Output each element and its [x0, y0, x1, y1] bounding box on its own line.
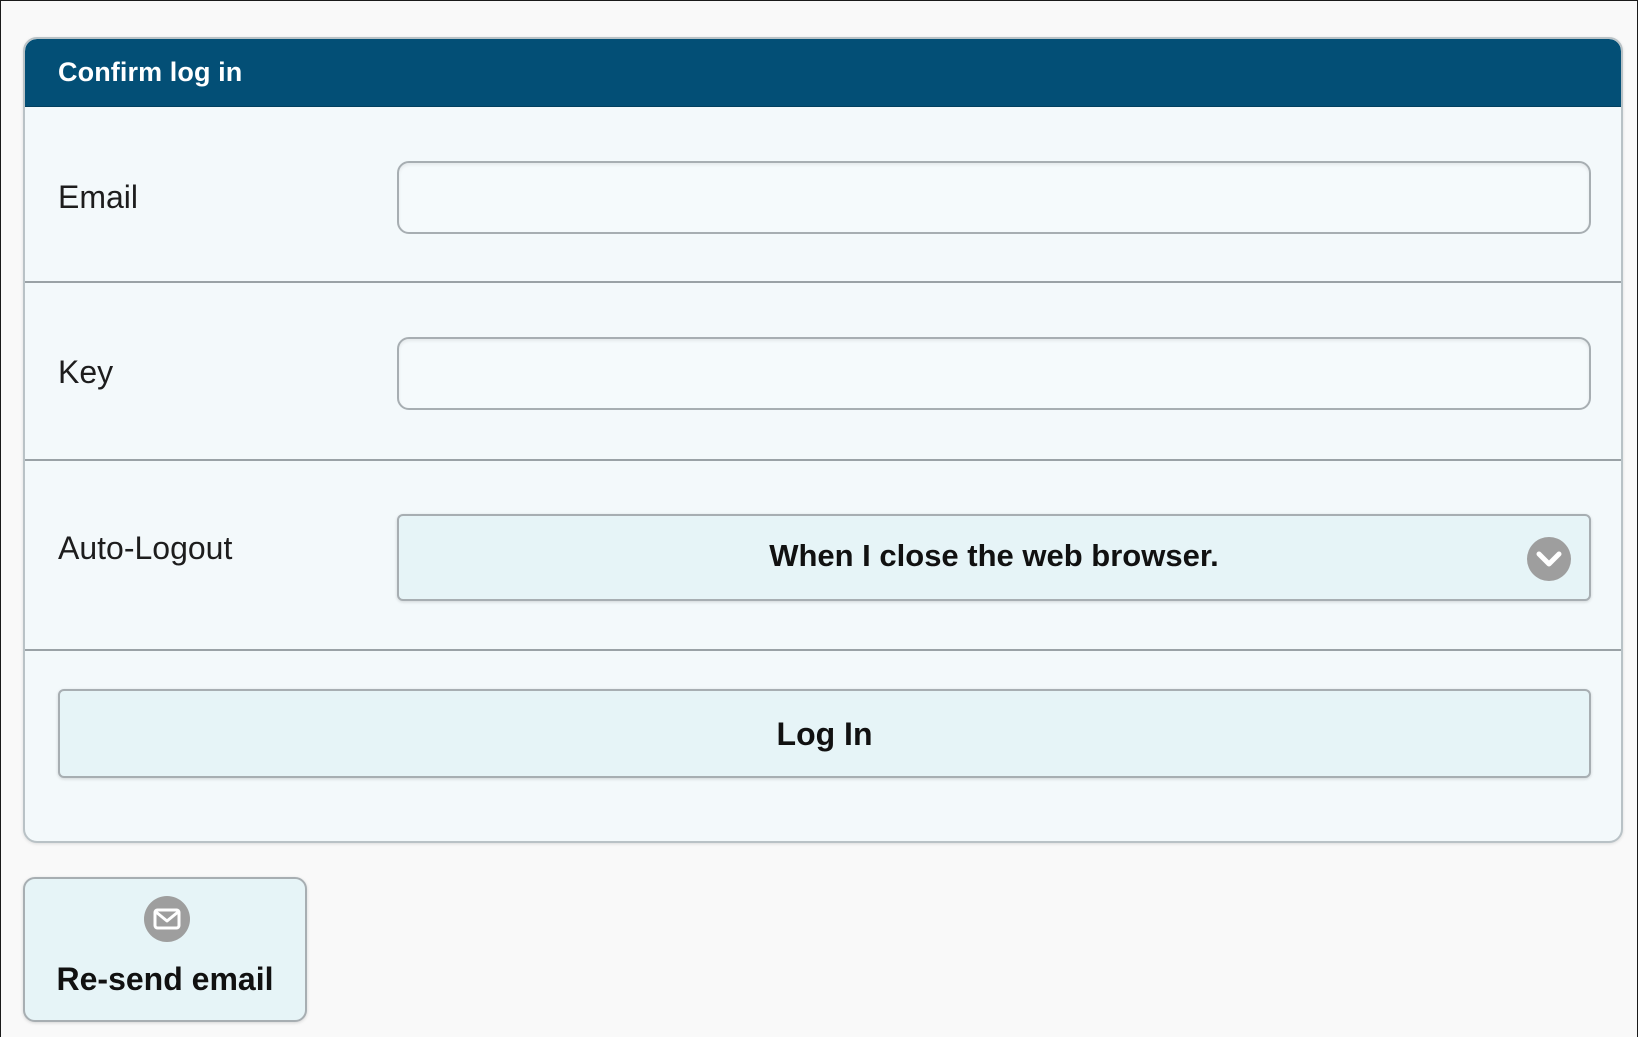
login-row: Log In — [25, 651, 1621, 841]
key-label: Key — [58, 354, 114, 390]
resend-email-button[interactable]: Re-send email — [23, 877, 307, 1022]
login-button[interactable]: Log In — [58, 689, 1591, 778]
key-field[interactable] — [397, 337, 1591, 410]
mail-icon — [144, 896, 190, 942]
email-field[interactable] — [397, 161, 1591, 234]
auto-logout-label: Auto-Logout — [58, 530, 233, 566]
auto-logout-selected-value: When I close the web browser. — [769, 538, 1219, 573]
auto-logout-select[interactable]: When I close the web browser. — [397, 514, 1591, 601]
email-row: Email — [25, 107, 1621, 283]
auto-logout-row: Auto-Logout When I close the web browser… — [25, 461, 1621, 651]
panel-header: Confirm log in — [25, 39, 1621, 107]
login-button-label: Log In — [776, 716, 873, 752]
page-frame: Confirm log in Email Key Auto-Logout Whe… — [0, 0, 1638, 1037]
chevron-down-icon — [1527, 537, 1571, 581]
panel-title: Confirm log in — [58, 57, 243, 87]
email-label: Email — [58, 179, 139, 215]
confirm-login-panel: Confirm log in Email Key Auto-Logout Whe… — [23, 37, 1623, 843]
resend-email-label: Re-send email — [56, 961, 274, 997]
key-row: Key — [25, 283, 1621, 461]
